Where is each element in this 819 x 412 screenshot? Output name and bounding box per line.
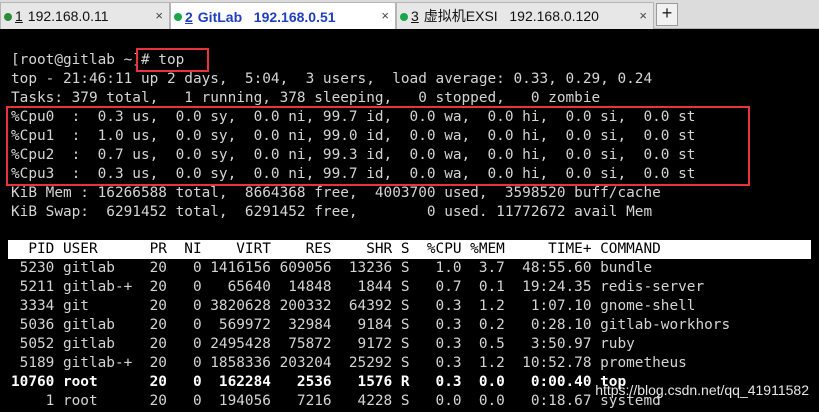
process-row: 5211 gitlab-+ 20 0 65640 14848 1844 S 0.… xyxy=(11,279,705,295)
tab-bar: 1 192.168.0.11 × 2 GitLab 192.168.0.51 ×… xyxy=(0,0,819,30)
tab-number: 2 xyxy=(185,8,193,25)
uptime-line: top - 21:46:11 up 2 days, 5:04, 3 users,… xyxy=(11,71,653,87)
mem-line: KiB Mem : 16266588 total, 8664368 free, … xyxy=(11,185,661,201)
tab-label: 192.168.0.11 xyxy=(27,8,109,24)
tab-number: 1 xyxy=(15,8,23,24)
process-row: 5230 gitlab 20 0 1416156 609056 13236 S … xyxy=(11,260,653,276)
tab-session-1[interactable]: 1 192.168.0.11 × xyxy=(0,2,170,29)
close-tab-icon[interactable]: × xyxy=(155,8,163,23)
watermark: https://blog.csdn.net/qq_41911582 xyxy=(595,382,809,398)
process-row: 1 root 20 0 194056 7216 4228 S 0.0 0.0 0… xyxy=(11,393,661,409)
add-tab-button[interactable]: + xyxy=(656,3,678,26)
close-tab-icon[interactable]: × xyxy=(639,8,647,23)
process-row: 5189 gitlab-+ 20 0 1858336 203204 25292 … xyxy=(11,355,687,371)
process-row: 5036 gitlab 20 0 569972 32984 9184 S 0.3… xyxy=(11,317,731,333)
annotation-box-command xyxy=(136,48,209,72)
process-table-header: PID USER PR NI VIRT RES SHR S %CPU %MEM … xyxy=(11,241,661,257)
terminal-pane[interactable]: [root@gitlab ~]# top top - 21:46:11 up 2… xyxy=(0,29,819,412)
swap-line: KiB Swap: 6291452 total, 6291452 free, 0… xyxy=(11,204,653,220)
status-dot-icon xyxy=(174,13,182,21)
process-row-highlighted: 10760 root 20 0 162284 2536 1576 R 0.3 0… xyxy=(11,374,627,390)
process-row: 5052 gitlab 20 0 2495428 75872 9172 S 0.… xyxy=(11,336,635,352)
process-row: 3334 git 20 0 3820628 200332 64392 S 0.3… xyxy=(11,298,696,314)
tab-label: GitLab 192.168.0.51 xyxy=(197,8,336,25)
annotation-box-cpu xyxy=(6,106,750,186)
tab-session-3[interactable]: 3 虚拟机EXSI 192.168.0.120 × xyxy=(396,2,654,29)
tab-session-2[interactable]: 2 GitLab 192.168.0.51 × xyxy=(170,2,396,30)
status-dot-icon xyxy=(400,13,408,21)
tab-number: 3 xyxy=(411,8,419,24)
close-tab-icon[interactable]: × xyxy=(381,8,389,23)
tab-label: 虚拟机EXSI 192.168.0.120 xyxy=(423,8,599,24)
status-dot-icon xyxy=(4,13,12,21)
